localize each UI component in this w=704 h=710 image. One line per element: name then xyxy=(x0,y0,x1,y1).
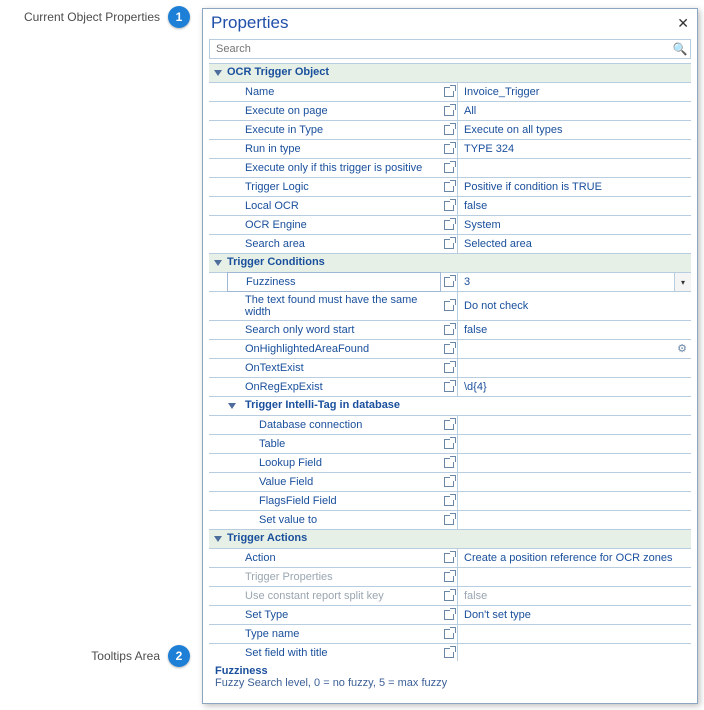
popout-icon[interactable] xyxy=(441,473,458,491)
prop-trigger-properties[interactable]: Trigger Properties xyxy=(209,568,691,587)
properties-panel: Properties ✕ 🔍 OCR Trigger Object NameIn… xyxy=(202,8,698,704)
tooltip-area: Fuzziness Fuzzy Search level, 0 = no fuz… xyxy=(209,661,691,697)
prop-use-constant-split-key[interactable]: Use constant report split keyfalse xyxy=(209,587,691,606)
prop-set-type[interactable]: Set TypeDon't set type xyxy=(209,606,691,625)
panel-header: Properties ✕ xyxy=(203,9,697,39)
prop-execute-in-type[interactable]: Execute in TypeExecute on all types xyxy=(209,121,691,140)
prop-ocr-engine[interactable]: OCR EngineSystem xyxy=(209,216,691,235)
popout-icon[interactable] xyxy=(441,178,458,196)
popout-icon[interactable] xyxy=(441,454,458,472)
prop-trigger-logic[interactable]: Trigger LogicPositive if condition is TR… xyxy=(209,178,691,197)
prop-name[interactable]: NameInvoice_Trigger xyxy=(209,83,691,102)
section-ocr-trigger-object[interactable]: OCR Trigger Object xyxy=(209,64,691,83)
callout-label-1: Current Object Properties xyxy=(0,10,160,24)
popout-icon[interactable] xyxy=(441,625,458,643)
popout-icon[interactable] xyxy=(441,321,458,339)
popout-icon[interactable] xyxy=(441,587,458,605)
popout-icon[interactable] xyxy=(441,606,458,624)
prop-set-field-title[interactable]: Set field with title xyxy=(209,644,691,661)
prop-run-in-type[interactable]: Run in typeTYPE 324 xyxy=(209,140,691,159)
search-icon[interactable]: 🔍 xyxy=(670,42,690,56)
prop-search-area[interactable]: Search areaSelected area xyxy=(209,235,691,254)
dropdown-icon[interactable]: ▾ xyxy=(674,273,691,291)
prop-local-ocr[interactable]: Local OCRfalse xyxy=(209,197,691,216)
property-grid: OCR Trigger Object NameInvoice_Trigger E… xyxy=(209,63,691,661)
prop-execute-on-page[interactable]: Execute on pageAll xyxy=(209,102,691,121)
prop-db-table[interactable]: Table xyxy=(209,435,691,454)
prop-on-text-exist[interactable]: OnTextExist xyxy=(209,359,691,378)
gear-icon[interactable]: ⚙ xyxy=(677,342,687,355)
popout-icon[interactable] xyxy=(441,644,458,661)
prop-value-field[interactable]: Value Field xyxy=(209,473,691,492)
prop-type-name[interactable]: Type name xyxy=(209,625,691,644)
tooltip-body: Fuzzy Search level, 0 = no fuzzy, 5 = ma… xyxy=(215,677,685,689)
collapse-icon[interactable] xyxy=(209,530,227,548)
popout-icon[interactable] xyxy=(441,273,458,291)
prop-flags-field[interactable]: FlagsField Field xyxy=(209,492,691,511)
prop-fuzziness[interactable]: Fuzziness3▾ xyxy=(209,273,691,292)
popout-icon[interactable] xyxy=(441,492,458,510)
prop-same-width[interactable]: The text found must have the same widthD… xyxy=(209,292,691,321)
collapse-icon[interactable] xyxy=(209,397,241,415)
callout-badge-2: 2 xyxy=(168,645,190,667)
callout-badge-1: 1 xyxy=(168,6,190,28)
popout-icon[interactable] xyxy=(441,340,458,358)
prop-exec-only-if-positive[interactable]: Execute only if this trigger is positive xyxy=(209,159,691,178)
prop-word-start[interactable]: Search only word startfalse xyxy=(209,321,691,340)
popout-icon[interactable] xyxy=(441,568,458,586)
popout-icon[interactable] xyxy=(441,197,458,215)
panel-title: Properties xyxy=(211,13,288,33)
prop-set-value-to[interactable]: Set value to xyxy=(209,511,691,530)
popout-icon[interactable] xyxy=(441,378,458,396)
popout-icon[interactable] xyxy=(441,216,458,234)
popout-icon[interactable] xyxy=(441,140,458,158)
prop-on-regexp-exist[interactable]: OnRegExpExist\d{4} xyxy=(209,378,691,397)
popout-icon[interactable] xyxy=(441,102,458,120)
popout-icon[interactable] xyxy=(441,416,458,434)
popout-icon[interactable] xyxy=(441,511,458,529)
popout-icon[interactable] xyxy=(441,292,458,320)
section-intelli-tag[interactable]: Trigger Intelli-Tag in database xyxy=(209,397,691,416)
prop-on-highlighted[interactable]: OnHighlightedAreaFound⚙ xyxy=(209,340,691,359)
popout-icon[interactable] xyxy=(441,159,458,177)
collapse-icon[interactable] xyxy=(209,254,227,272)
prop-action[interactable]: ActionCreate a position reference for OC… xyxy=(209,549,691,568)
section-trigger-conditions[interactable]: Trigger Conditions xyxy=(209,254,691,273)
popout-icon[interactable] xyxy=(441,435,458,453)
popout-icon[interactable] xyxy=(441,549,458,567)
callout-label-2: Tooltips Area xyxy=(50,649,160,663)
collapse-icon[interactable] xyxy=(209,64,227,82)
popout-icon[interactable] xyxy=(441,83,458,101)
popout-icon[interactable] xyxy=(441,235,458,253)
popout-icon[interactable] xyxy=(441,121,458,139)
search-input[interactable] xyxy=(210,40,670,58)
prop-db-connection[interactable]: Database connection xyxy=(209,416,691,435)
search-row: 🔍 xyxy=(209,39,691,59)
popout-icon[interactable] xyxy=(441,359,458,377)
close-icon[interactable]: ✕ xyxy=(677,16,689,30)
tooltip-title: Fuzziness xyxy=(215,665,685,677)
prop-lookup-field[interactable]: Lookup Field xyxy=(209,454,691,473)
section-trigger-actions[interactable]: Trigger Actions xyxy=(209,530,691,549)
